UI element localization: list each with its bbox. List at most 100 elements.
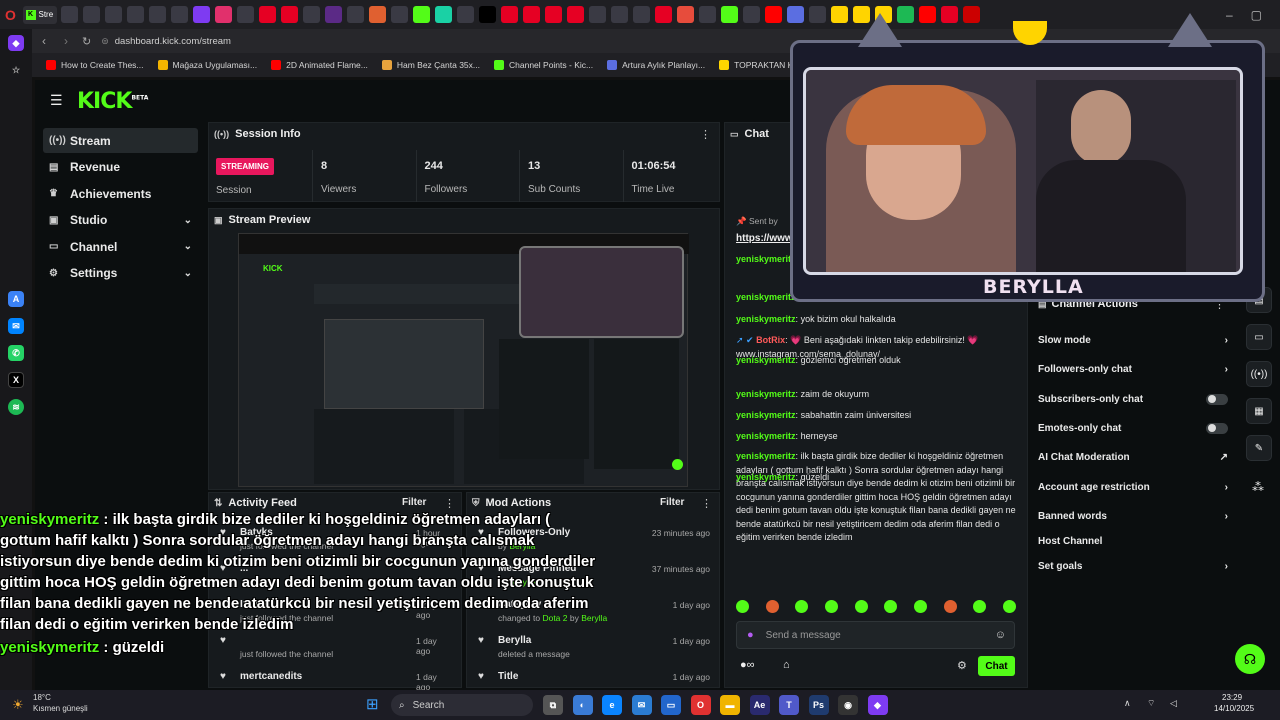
after-effects-icon[interactable]: Ae xyxy=(749,695,770,715)
emote-icon[interactable] xyxy=(973,600,987,613)
chat-username[interactable]: yeniskymeritz xyxy=(736,410,796,420)
tray-chevron-icon[interactable]: ∧ xyxy=(1124,698,1131,709)
mail-icon[interactable]: ✉ xyxy=(631,695,652,715)
channel-action-set-goals[interactable]: Set goals › xyxy=(1038,556,1228,576)
pin-icon[interactable]: ☆ xyxy=(8,62,24,78)
sidebar-item-revenue[interactable]: ▤ Revenue xyxy=(43,155,198,180)
emote-icon[interactable] xyxy=(884,600,898,613)
sidebar-item-channel[interactable]: ▭ Channel ⌄ xyxy=(43,234,198,259)
chat-username[interactable]: yeniskymeritz xyxy=(736,292,796,302)
browser-tab[interactable] xyxy=(808,6,826,23)
emote-icon[interactable] xyxy=(824,600,838,613)
chevron-right-icon[interactable]: › xyxy=(1225,482,1228,493)
bookmark-item[interactable]: 2D Animated Flame... xyxy=(271,60,368,70)
browser-tab[interactable] xyxy=(302,6,320,23)
kick-logo[interactable]: KICKBETA xyxy=(77,89,148,114)
browser-tab[interactable] xyxy=(786,6,804,23)
minimize-icon[interactable]: – xyxy=(1226,8,1233,22)
channel-action-subscribers-only-chat[interactable]: Subscribers-only chat xyxy=(1038,389,1228,409)
chevron-right-icon[interactable]: › xyxy=(1225,335,1228,346)
browser-tab[interactable] xyxy=(214,6,232,23)
bookmark-item[interactable]: Channel Points - Kic... xyxy=(494,60,593,70)
chevron-down-icon[interactable]: ⌄ xyxy=(184,268,192,279)
whatsapp-icon[interactable]: ✆ xyxy=(8,345,24,361)
app-store-icon[interactable]: A xyxy=(8,291,24,307)
chat-input[interactable]: ● Send a message ☺ xyxy=(736,621,1015,649)
browser-tab[interactable] xyxy=(170,6,188,23)
chat-username[interactable]: yeniskymeritz xyxy=(736,431,796,441)
browser-tab[interactable] xyxy=(346,6,364,23)
browser-tab[interactable] xyxy=(478,6,496,23)
x-icon[interactable]: X xyxy=(8,372,24,388)
send-chat-button[interactable]: Chat xyxy=(978,656,1015,676)
browser-tab[interactable] xyxy=(544,6,562,23)
emote-icon[interactable] xyxy=(1002,600,1016,613)
bookmark-item[interactable]: Ham Bez Çanta 35x... xyxy=(381,60,480,70)
toggle-switch[interactable] xyxy=(1206,422,1228,434)
browser-tab[interactable] xyxy=(698,6,716,23)
chat-username[interactable]: yeniskymeritz xyxy=(736,254,796,264)
opera-logo-icon[interactable]: O xyxy=(2,6,20,24)
desktop-icon[interactable]: ▭ xyxy=(661,695,681,715)
sidebar-item-stream[interactable]: ((•)) Stream xyxy=(43,128,198,153)
mod-more-icon[interactable]: ⋮ xyxy=(701,497,712,510)
browser-tab[interactable] xyxy=(126,6,144,23)
messenger-icon[interactable]: ✉ xyxy=(8,318,24,334)
restore-icon[interactable]: ▢ xyxy=(1251,8,1262,22)
bookmark-item[interactable]: How to Create Thes... xyxy=(46,60,144,70)
photoshop-icon[interactable]: Ps xyxy=(808,695,829,715)
browser-tab[interactable] xyxy=(280,6,298,23)
volume-icon[interactable]: ◁ xyxy=(1170,698,1177,709)
browser-tab[interactable] xyxy=(82,6,100,23)
live-icon[interactable]: ((•)) xyxy=(1246,361,1272,387)
browser-tab[interactable] xyxy=(940,6,958,23)
chat-username[interactable]: yeniskymeritz xyxy=(736,389,796,399)
browser-tab[interactable] xyxy=(962,6,980,23)
browser-tab[interactable] xyxy=(566,6,584,23)
spotify-icon[interactable]: ≋ xyxy=(8,399,24,415)
windows-start-icon[interactable]: ⊞ xyxy=(366,695,379,713)
emoji-icon[interactable]: ☺ xyxy=(995,629,1006,641)
clock-time[interactable]: 23:29 xyxy=(1222,693,1242,702)
channel-action-emotes-only-chat[interactable]: Emotes-only chat xyxy=(1038,418,1228,438)
opera-icon[interactable]: O xyxy=(690,695,711,715)
channel-action-slow-mode[interactable]: Slow mode › xyxy=(1038,330,1228,350)
browser-tab[interactable] xyxy=(742,6,760,23)
emote-icon[interactable] xyxy=(736,600,749,613)
tools-icon[interactable]: ✎ xyxy=(1246,435,1272,461)
browser-tab[interactable] xyxy=(610,6,628,23)
task-view-icon[interactable]: ⧉ xyxy=(543,695,563,715)
browser-tab[interactable] xyxy=(720,6,738,23)
browser-tab[interactable] xyxy=(368,6,386,23)
browser-tab[interactable] xyxy=(60,6,78,23)
browser-tab[interactable] xyxy=(654,6,672,23)
toggle-switch[interactable] xyxy=(1206,393,1228,405)
emote-icon[interactable] xyxy=(854,600,868,613)
chrome-icon[interactable]: ◉ xyxy=(838,695,858,715)
edge-icon[interactable]: e xyxy=(602,695,622,715)
emote-icon[interactable] xyxy=(943,600,957,613)
chevron-right-icon[interactable]: › xyxy=(1225,561,1228,572)
browser-tab[interactable] xyxy=(500,6,518,23)
site-info-icon[interactable]: ⊜ xyxy=(101,36,109,47)
channel-action-ai-chat-moderation[interactable]: AI Chat Moderation ↗ xyxy=(1038,447,1228,467)
reload-icon[interactable]: ↻ xyxy=(82,35,91,48)
chat-settings-icon[interactable]: ⚙ xyxy=(957,659,967,672)
active-tab[interactable]: K Stre xyxy=(22,5,57,24)
chat-username[interactable]: yeniskymeritz xyxy=(736,355,796,365)
browser-tab[interactable] xyxy=(324,6,342,23)
teams-icon[interactable]: T xyxy=(779,695,799,715)
emote-icon[interactable] xyxy=(765,600,779,613)
copilot-icon[interactable]: ◐ xyxy=(572,695,593,715)
sidebar-item-achievements[interactable]: ♛ Achievements xyxy=(43,181,198,206)
browser-tab[interactable] xyxy=(830,6,848,23)
file-explorer-icon[interactable]: ▬ xyxy=(720,695,740,715)
browser-tab[interactable] xyxy=(148,6,166,23)
channel-action-account-age-restriction[interactable]: Account age restriction › xyxy=(1038,477,1228,497)
emote-icon[interactable] xyxy=(913,600,927,613)
browser-tab[interactable] xyxy=(456,6,474,23)
browser-tab[interactable] xyxy=(434,6,452,23)
browser-tab[interactable] xyxy=(588,6,606,23)
browser-tab[interactable] xyxy=(676,6,694,23)
microphone-icon[interactable]: ● xyxy=(747,629,754,641)
